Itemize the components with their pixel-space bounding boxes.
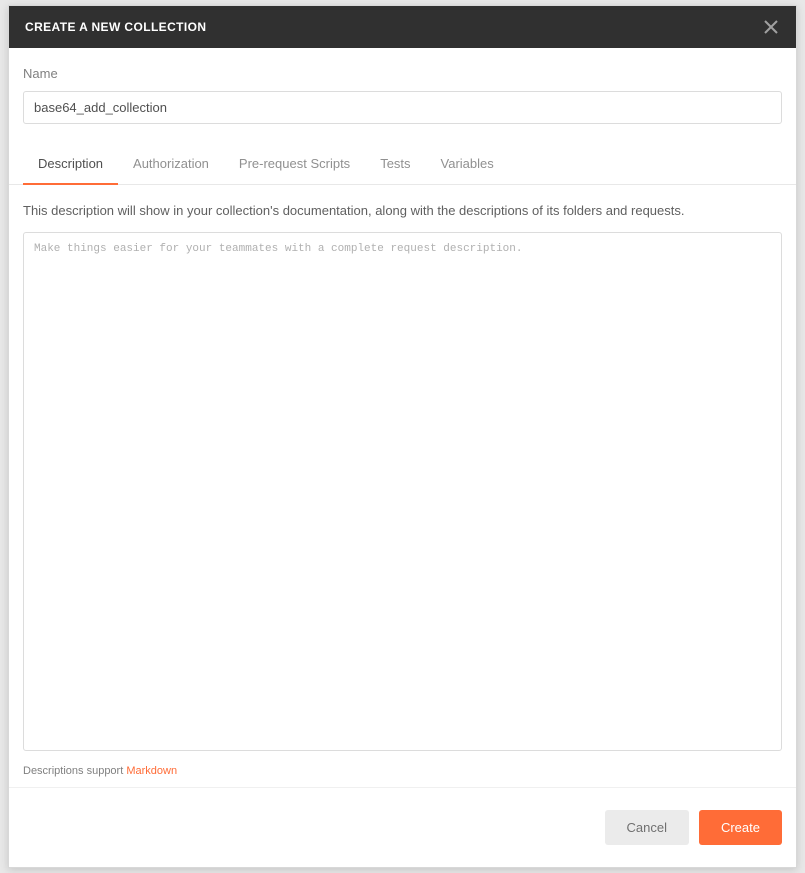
tab-variables[interactable]: Variables [426, 146, 509, 185]
name-label: Name [23, 66, 782, 81]
description-textarea[interactable] [23, 232, 782, 751]
modal-header: CREATE A NEW COLLECTION [9, 6, 796, 48]
tab-tests[interactable]: Tests [365, 146, 425, 185]
tabs-bar: Description Authorization Pre-request Sc… [9, 146, 796, 185]
tab-prerequest-scripts[interactable]: Pre-request Scripts [224, 146, 365, 185]
modal-title: CREATE A NEW COLLECTION [25, 20, 206, 34]
tab-description[interactable]: Description [23, 146, 118, 185]
modal-body: Name Description Authorization Pre-reque… [9, 48, 796, 787]
collection-name-input[interactable] [23, 91, 782, 124]
markdown-note-prefix: Descriptions support [23, 765, 126, 777]
create-button[interactable]: Create [699, 810, 782, 845]
markdown-link[interactable]: Markdown [126, 765, 177, 777]
name-section: Name [9, 48, 796, 136]
description-panel: This description will show in your colle… [9, 185, 796, 787]
modal-footer: Cancel Create [9, 787, 796, 867]
tab-authorization[interactable]: Authorization [118, 146, 224, 185]
create-collection-modal: CREATE A NEW COLLECTION Name Description… [8, 5, 797, 868]
markdown-note: Descriptions support Markdown [23, 765, 782, 777]
cancel-button[interactable]: Cancel [605, 810, 689, 845]
description-info-text: This description will show in your colle… [23, 203, 782, 218]
close-icon[interactable] [762, 18, 780, 36]
